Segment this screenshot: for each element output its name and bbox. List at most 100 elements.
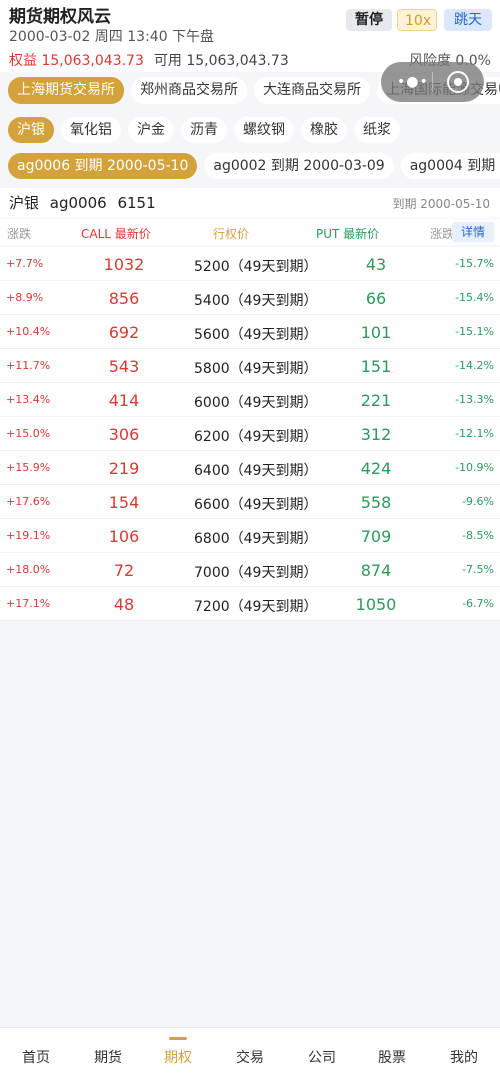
call-price[interactable]: 543 (109, 357, 140, 376)
nav-item-3[interactable]: 交易 (220, 1047, 280, 1067)
call-price[interactable]: 1032 (104, 255, 145, 274)
product-tab-0[interactable]: 沪银 (8, 117, 54, 143)
available-value: 可用 15,063,043.73 (153, 53, 289, 69)
option-row[interactable]: +10.4% 692 5600（49天到期） 101 -15.1% (0, 315, 500, 349)
call-price[interactable]: 219 (109, 459, 140, 478)
app-title: 期货期权风云 (9, 7, 111, 27)
call-change: +17.1% (6, 597, 51, 610)
option-row[interactable]: +15.9% 219 6400（49天到期） 424 -10.9% (0, 451, 500, 485)
put-price[interactable]: 874 (361, 561, 392, 580)
call-change: +10.4% (6, 325, 51, 338)
put-price[interactable]: 66 (366, 289, 386, 308)
put-price[interactable]: 558 (361, 493, 392, 512)
product-name: 沪银 (9, 194, 40, 212)
put-change: -15.7% (455, 257, 494, 270)
call-change: +18.0% (6, 563, 51, 576)
option-row[interactable]: +15.0% 306 6200（49天到期） 312 -12.1% (0, 417, 500, 451)
strike-price: 6000（49天到期） (194, 395, 318, 411)
put-price[interactable]: 221 (361, 391, 392, 410)
skip-day-button[interactable]: 跳天 (444, 9, 492, 31)
put-change: -8.5% (462, 529, 494, 542)
call-price[interactable]: 48 (114, 595, 134, 614)
product-tab-5[interactable]: 橡胶 (301, 117, 347, 143)
call-change: +13.4% (6, 393, 51, 406)
call-change: +11.7% (6, 359, 51, 372)
put-change: -10.9% (455, 461, 494, 474)
put-change: -12.1% (455, 427, 494, 440)
strike-price: 5800（49天到期） (194, 361, 318, 377)
option-chain-table: +7.7% 1032 5200（49天到期） 43 -15.7% +8.9% 856 5400… (0, 247, 500, 621)
exchange-tab-1[interactable]: 郑州商品交易所 (131, 77, 247, 104)
put-price[interactable]: 709 (361, 527, 392, 546)
nav-item-6[interactable]: 我的 (434, 1047, 494, 1067)
option-row[interactable]: +17.1% 48 7200（49天到期） 1050 -6.7% (0, 587, 500, 621)
more-dots-icon[interactable]: •●• (397, 74, 429, 90)
option-row[interactable]: +11.7% 543 5800（49天到期） 151 -14.2% (0, 349, 500, 383)
put-price[interactable]: 101 (361, 323, 392, 342)
target-circle-icon[interactable] (447, 71, 469, 93)
strike-price: 5600（49天到期） (194, 327, 318, 343)
option-row[interactable]: +13.4% 414 6000（49天到期） 221 -13.3% (0, 383, 500, 417)
nav-item-1[interactable]: 期货 (78, 1047, 138, 1067)
put-price[interactable]: 312 (361, 425, 392, 444)
put-change: -13.3% (455, 393, 494, 406)
contract-info-bar: 沪银 ag0006 6151 到期 2000-05-10 (0, 188, 500, 218)
option-row[interactable]: +18.0% 72 7000（49天到期） 874 -7.5% (0, 553, 500, 587)
contract-tab-0[interactable]: ag0006 到期 2000-05-10 (8, 153, 198, 179)
call-change: +17.6% (6, 495, 51, 508)
strike-header: 行权价 (213, 227, 250, 241)
contract-tabs: ag0006 到期 2000-05-10 ag0002 到期 2000-03-09… (0, 153, 500, 179)
nav-item-5[interactable]: 股票 (362, 1047, 422, 1067)
call-change: +19.1% (6, 529, 51, 542)
contract-tab-2[interactable]: ag0004 到期 200 (400, 153, 500, 179)
strike-price: 5400（49天到期） (194, 293, 318, 309)
call-price[interactable]: 106 (109, 527, 140, 546)
call-price[interactable]: 306 (109, 425, 140, 444)
put-change-header: 涨跌 (430, 227, 455, 241)
put-price[interactable]: 424 (361, 459, 392, 478)
pause-button[interactable]: 暂停 (346, 9, 392, 31)
put-price[interactable]: 151 (361, 357, 392, 376)
option-row[interactable]: +8.9% 856 5400（49天到期） 66 -15.4% (0, 281, 500, 315)
nav-item-4[interactable]: 公司 (292, 1047, 352, 1067)
account-summary: 权益 15,063,043.73 可用 15,063,043.73 (9, 50, 289, 70)
call-price[interactable]: 154 (109, 493, 140, 512)
detail-button[interactable]: 详情 (452, 222, 494, 242)
strike-price: 6400（49天到期） (194, 463, 318, 479)
equity-value: 权益 15,063,043.73 (9, 53, 144, 69)
nav-item-0[interactable]: 首页 (6, 1047, 66, 1067)
call-price[interactable]: 856 (109, 289, 140, 308)
call-price[interactable]: 414 (109, 391, 140, 410)
exchange-tab-0[interactable]: 上海期货交易所 (8, 77, 124, 104)
contract-info: 沪银 ag0006 6151 (9, 192, 162, 213)
put-change: -14.2% (455, 359, 494, 372)
sim-datetime: 2000-03-02 周四 13:40 下午盘 (9, 29, 215, 45)
put-change: -6.7% (462, 597, 494, 610)
product-tab-1[interactable]: 氧化铝 (61, 117, 121, 143)
nav-item-2[interactable]: 期权 (148, 1047, 208, 1067)
call-price[interactable]: 72 (114, 561, 134, 580)
product-tab-2[interactable]: 沪金 (128, 117, 174, 143)
strike-price: 7200（49天到期） (194, 599, 318, 615)
option-table-header: 涨跌 CALL 最新价 行权价 PUT 最新价 涨跌 详情 (0, 219, 500, 245)
product-tab-4[interactable]: 螺纹钢 (234, 117, 294, 143)
option-row[interactable]: +17.6% 154 6600（49天到期） 558 -9.6% (0, 485, 500, 519)
contract-tab-1[interactable]: ag0002 到期 2000-03-09 (204, 153, 394, 179)
put-change: -15.1% (455, 325, 494, 338)
active-tab-indicator (169, 1037, 187, 1040)
call-price-header: CALL 最新价 (81, 227, 151, 241)
call-price[interactable]: 692 (109, 323, 140, 342)
put-price-header: PUT 最新价 (316, 227, 380, 241)
put-price[interactable]: 43 (366, 255, 386, 274)
speed-button[interactable]: 10x (397, 9, 437, 31)
option-row[interactable]: +7.7% 1032 5200（49天到期） 43 -15.7% (0, 247, 500, 281)
product-tabs: 沪银 氧化铝 沪金 沥青 螺纹钢 橡胶 纸浆 (0, 117, 500, 143)
product-tab-3[interactable]: 沥青 (181, 117, 227, 143)
put-change: -15.4% (455, 291, 494, 304)
put-price[interactable]: 1050 (356, 595, 397, 614)
contract-code: ag0006 (49, 194, 107, 212)
product-tab-6[interactable]: 纸浆 (354, 117, 400, 143)
strike-price: 5200（49天到期） (194, 259, 318, 275)
option-row[interactable]: +19.1% 106 6800（49天到期） 709 -8.5% (0, 519, 500, 553)
exchange-tab-2[interactable]: 大连商品交易所 (254, 77, 370, 104)
